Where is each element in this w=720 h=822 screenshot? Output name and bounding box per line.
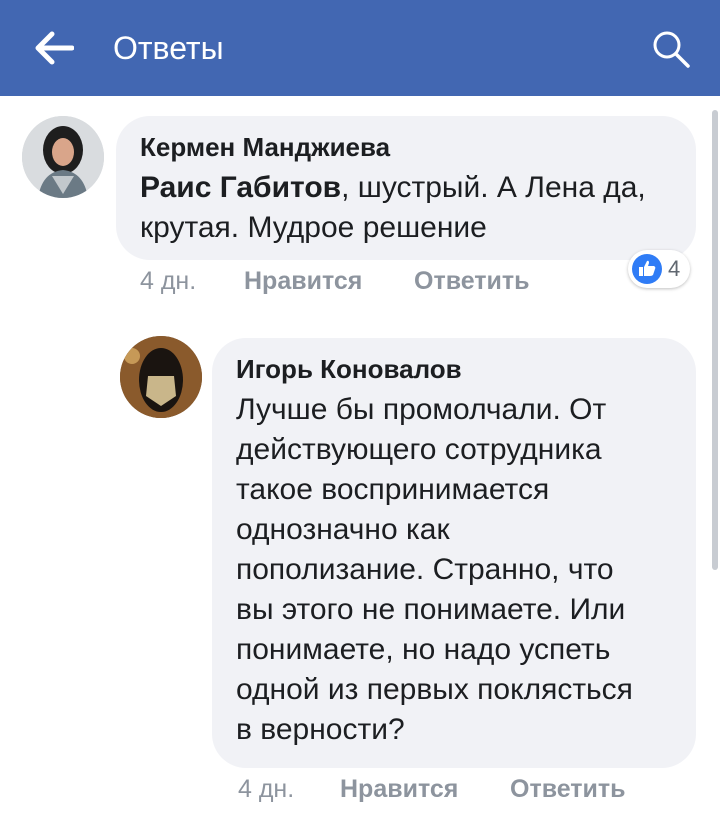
comment-text-line: , шустрый. А Лена да, xyxy=(341,171,646,204)
app-header: Ответы xyxy=(0,0,720,96)
comment-text: Раис Габитов, шустрый. А Лена да, крутая… xyxy=(140,168,680,248)
avatar-photo-icon xyxy=(22,116,104,198)
comment-text-line: крутая. Мудрое решение xyxy=(140,211,487,244)
avatar[interactable] xyxy=(120,336,202,418)
comment-text-line: однозначно как xyxy=(236,513,450,546)
comment-bubble: Кермен Манджиева Раис Габитов, шустрый. … xyxy=(116,116,696,260)
avatar[interactable] xyxy=(22,116,104,198)
comment-bubble: Игорь Коновалов Лучше бы промолчали. От … xyxy=(212,338,696,768)
comment-text-line: понимаете, но надо успеть xyxy=(236,633,611,666)
reply-button[interactable]: Ответить xyxy=(414,266,530,296)
comment-author[interactable]: Игорь Коновалов xyxy=(236,354,462,384)
comment-time: 4 дн. xyxy=(140,267,197,295)
page-title: Ответы xyxy=(113,30,224,66)
comment-text-line: такое воспринимается xyxy=(236,473,550,506)
comment-text-line: действующего сотрудника xyxy=(236,433,602,466)
search-icon[interactable] xyxy=(650,28,692,70)
like-button[interactable]: Нравится xyxy=(244,266,362,296)
avatar-photo-icon xyxy=(120,336,202,418)
comment-text-line: вы этого не понимаете. Или xyxy=(236,593,626,626)
comment-text-line: в верности? xyxy=(236,713,405,746)
reply-button[interactable]: Ответить xyxy=(510,774,626,804)
mention-link[interactable]: Раис Габитов xyxy=(140,171,341,204)
comment-text: Лучше бы промолчали. От действующего сот… xyxy=(236,390,688,750)
comment-text-line: одной из первых поклясться xyxy=(236,673,633,706)
arrow-left-icon[interactable] xyxy=(34,30,74,66)
comment-author[interactable]: Кермен Манджиева xyxy=(140,132,390,162)
reaction-count: 4 xyxy=(668,256,681,281)
like-button[interactable]: Нравится xyxy=(340,774,458,804)
comment-text-line: Лучше бы промолчали. От xyxy=(236,393,607,426)
comment-text-line: пополизание. Странно, что xyxy=(236,553,614,586)
reactions-badge[interactable]: 4 xyxy=(628,250,690,288)
comment-time: 4 дн. xyxy=(238,775,295,803)
thumbs-up-icon xyxy=(632,254,662,284)
scrollbar[interactable] xyxy=(712,110,718,570)
